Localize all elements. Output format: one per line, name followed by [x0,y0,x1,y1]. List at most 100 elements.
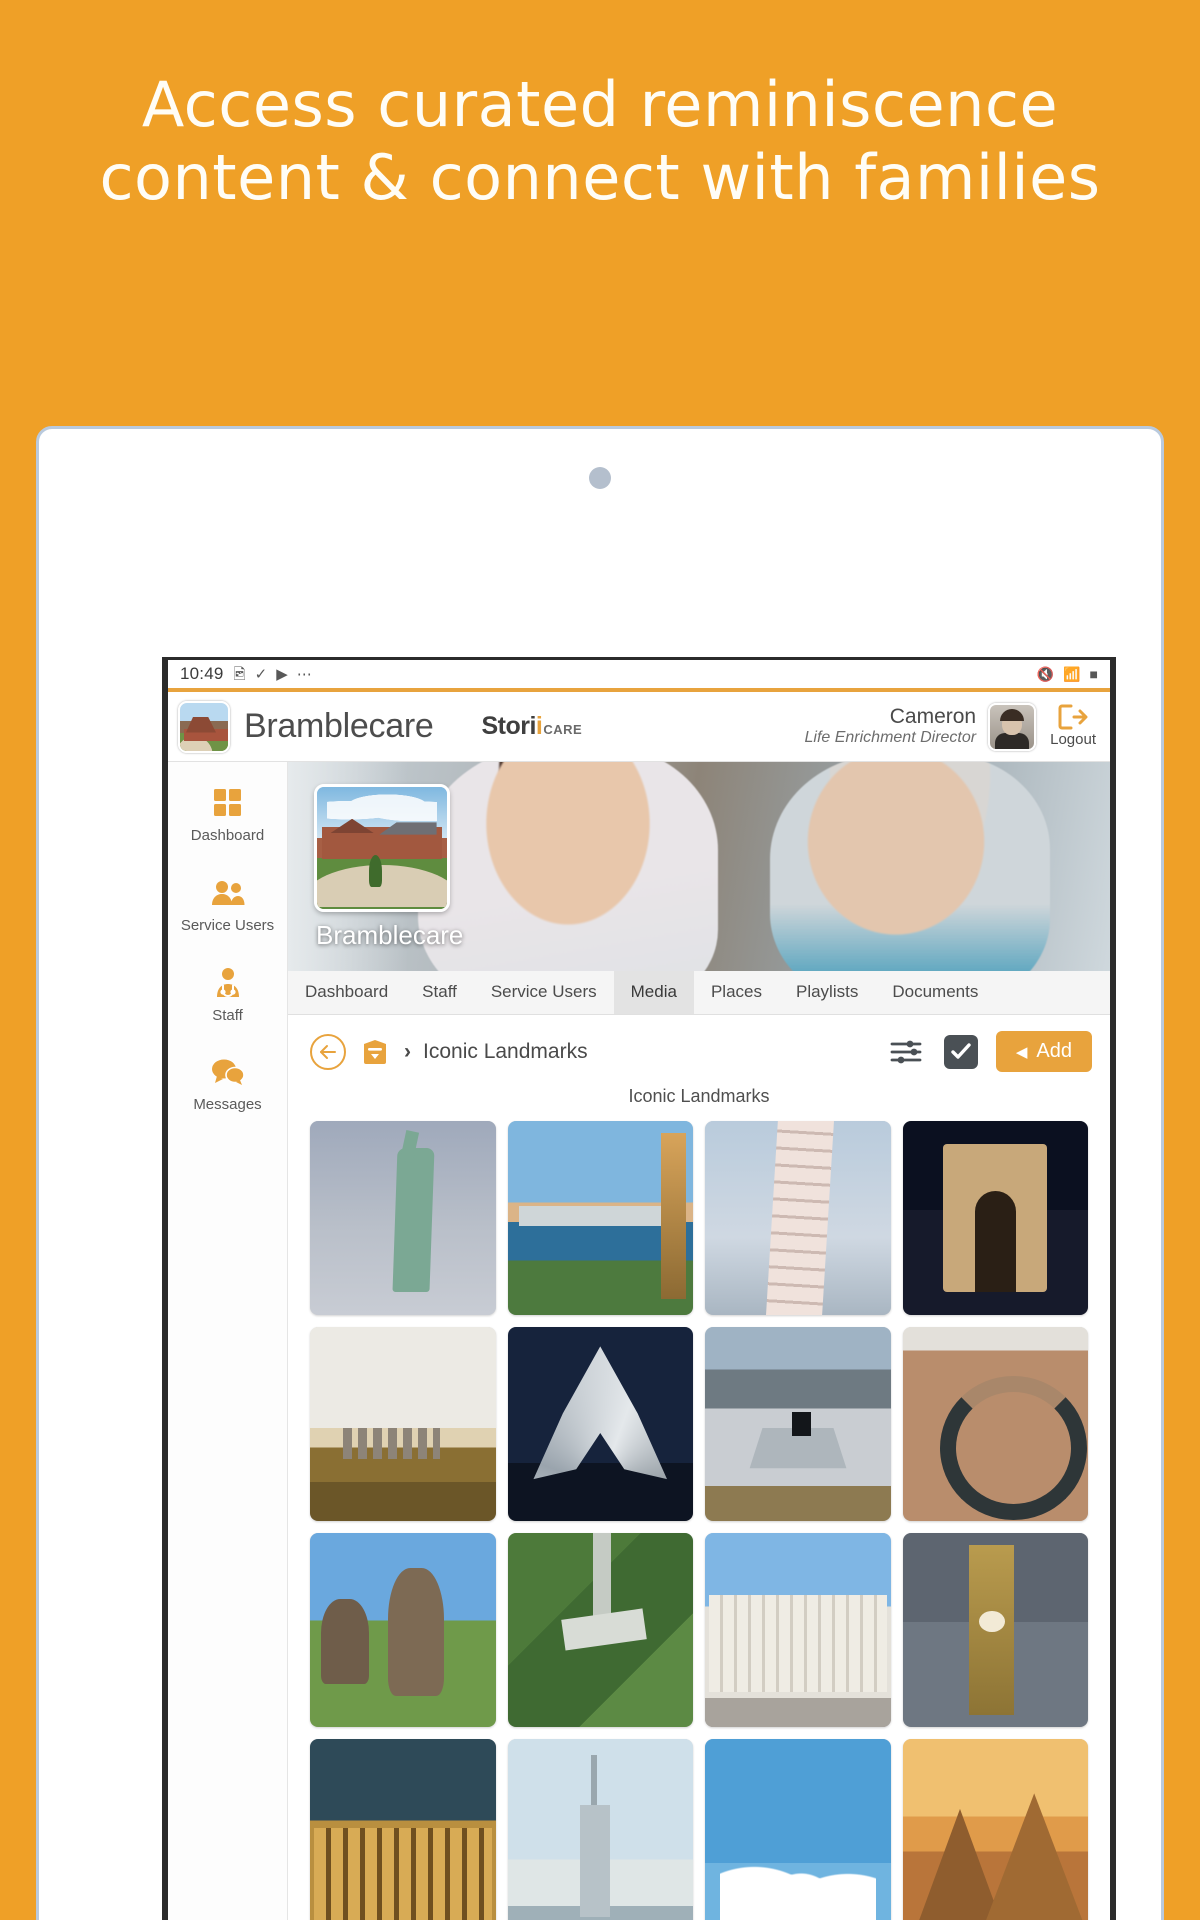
filter-button[interactable] [890,1038,922,1066]
photo-stonehenge [310,1327,496,1521]
photo-easter-island-moai [310,1533,496,1727]
brand-i-accent: i [535,712,543,740]
checkmark-icon [951,1043,971,1059]
tab-media[interactable]: Media [613,970,694,1014]
org-logo-thumbnail[interactable] [178,700,230,753]
app-header: Bramblecare Stori i CARE Cameron Life Enri… [168,692,1110,762]
app-body: Dashboard Service Users Staff Messages B… [168,762,1110,1920]
chat-icon [211,1055,245,1089]
download-complete-icon: ✓ [254,665,268,683]
sidebar-item-service-users[interactable]: Service Users [168,862,287,952]
hero-banner: Bramblecare [288,762,1110,971]
sidebar-label-staff: Staff [212,1006,243,1024]
avatar[interactable] [988,702,1037,751]
user-info[interactable]: Cameron Life Enrichment Director [804,705,976,749]
sidebar-item-dashboard[interactable]: Dashboard [168,772,287,862]
logout-label: Logout [1050,731,1096,749]
photo-empire-state-building [507,1739,693,1920]
status-clock: 10:49 [180,664,224,683]
play-store-icon: ▶ [276,665,288,683]
media-item-buckingham-palace[interactable] [705,1533,891,1727]
media-item-horseshoe-bend[interactable] [902,1327,1088,1521]
media-item-statue-of-liberty[interactable] [310,1121,496,1315]
add-button[interactable]: ◀ Add [995,1031,1092,1072]
org-name: Bramblecare [244,707,434,745]
photo-buckingham-palace [705,1533,891,1727]
image-icon: 🖻 [233,665,246,683]
user-role: Life Enrichment Director [804,729,977,747]
photo-statue-of-liberty [310,1121,496,1315]
media-item-easter-island-moai[interactable] [310,1533,496,1727]
content-tabbar: Dashboard Staff Service Users Media Plac… [288,970,1110,1015]
photo-kaaba-mecca [705,1327,891,1521]
media-item-empire-state-building[interactable] [507,1739,693,1920]
photo-horseshoe-bend [902,1327,1088,1521]
tab-service-users[interactable]: Service Users [474,971,614,1014]
promo-headline: Access curated reminiscence content & co… [99,68,1101,215]
media-item-pyramids-of-giza[interactable] [902,1739,1088,1920]
photo-christ-the-redeemer [507,1533,693,1727]
tab-documents[interactable]: Documents [875,971,995,1014]
sidebar-label-service-users: Service Users [180,916,275,934]
media-item-stonehenge[interactable] [310,1327,496,1521]
tablet-device-mockup: 10:49 🖻 ✓ ▶ ⋯ 🔇 📶 ■ Bramblecare Stori i CA… [36,426,1164,1920]
photo-arc-de-triomphe [902,1121,1088,1315]
photo-big-ben [902,1533,1088,1727]
add-button-label: Add [1036,1040,1072,1062]
tab-playlists[interactable]: Playlists [779,971,875,1014]
archive-box-icon [364,1039,386,1064]
facility-thumbnail[interactable] [314,784,450,912]
sidebar-item-staff[interactable]: Staff [168,952,287,1042]
media-item-big-ben[interactable] [902,1533,1088,1727]
battery-icon: ■ [1089,666,1098,682]
people-icon [211,876,245,910]
photo-leaning-tower-of-pisa [705,1121,891,1315]
logout-icon [1058,704,1088,730]
brand-stori: Stori [481,712,536,740]
android-status-bar: 10:49 🖻 ✓ ▶ ⋯ 🔇 📶 ■ [168,660,1110,692]
back-arrow-icon [320,1044,336,1059]
media-grid [288,1121,1110,1920]
archive-button[interactable] [358,1035,392,1069]
add-caret-icon: ◀ [1015,1043,1028,1061]
photo-sydney-opera-house [705,1739,891,1920]
media-item-sydney-opera-house[interactable] [705,1739,891,1920]
tab-dashboard[interactable]: Dashboard [288,971,405,1014]
select-all-button[interactable] [943,1034,978,1069]
main-content: Bramblecare Dashboard Staff Service User… [288,762,1110,1920]
more-icon: ⋯ [296,665,312,683]
media-item-olympic-park[interactable] [507,1121,693,1315]
media-item-leaning-tower-of-pisa[interactable] [705,1121,891,1315]
hero-resident-photo [770,762,1050,971]
tablet-camera-icon [589,467,611,489]
tab-places[interactable]: Places [694,971,779,1014]
media-item-kaaba-mecca[interactable] [705,1327,891,1521]
media-item-lotus-temple[interactable] [507,1327,693,1521]
photo-colosseum [310,1739,496,1920]
back-button[interactable] [310,1033,346,1070]
logout-button[interactable]: Logout [1050,704,1096,749]
tab-staff[interactable]: Staff [405,971,474,1014]
sidebar-item-messages[interactable]: Messages [168,1041,287,1131]
photo-olympic-park [507,1121,693,1315]
mute-icon: 🔇 [1036,665,1055,682]
breadcrumb-separator: › [404,1039,411,1063]
breadcrumb: Iconic Landmarks [423,1039,588,1063]
hero-facility-name: Bramblecare [316,919,464,950]
filter-sliders-icon [890,1040,922,1063]
media-item-colosseum[interactable] [310,1739,496,1920]
brand-care: CARE [543,722,583,737]
grid-icon [213,786,243,820]
media-item-christ-the-redeemer[interactable] [507,1533,693,1727]
photo-lotus-temple [507,1327,693,1521]
media-toolbar: › Iconic Landmarks ◀ Add [288,1015,1110,1078]
sidebar-nav: Dashboard Service Users Staff Messages [168,762,288,1920]
staff-icon [214,966,242,1000]
media-item-arc-de-triomphe[interactable] [902,1121,1088,1315]
sidebar-label-messages: Messages [193,1096,262,1114]
user-name: Cameron [889,704,977,728]
photo-pyramids-of-giza [902,1739,1088,1920]
album-title: Iconic Landmarks [628,1086,770,1106]
app-screen: 10:49 🖻 ✓ ▶ ⋯ 🔇 📶 ■ Bramblecare Stori i CA… [162,657,1116,1920]
sidebar-label-dashboard: Dashboard [190,827,265,844]
